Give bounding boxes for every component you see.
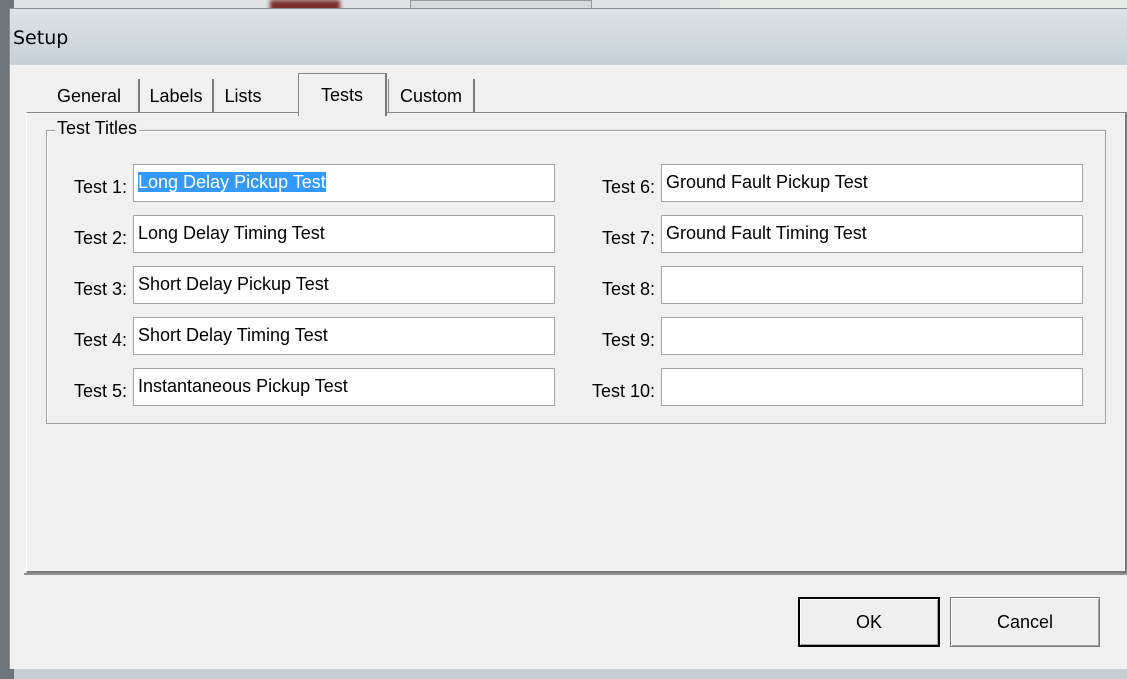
- test-1-value: Long Delay Pickup Test: [138, 172, 326, 192]
- test-5-field[interactable]: Instantaneous Pickup Test: [133, 368, 555, 406]
- window-title: Setup: [13, 27, 69, 49]
- tab-custom[interactable]: Custom: [388, 79, 475, 113]
- title-bar[interactable]: Setup: [10, 9, 1127, 65]
- ok-button[interactable]: OK: [798, 597, 940, 647]
- test-9-label: Test 9:: [601, 330, 655, 350]
- tab-bar: General Labels Lists Tests Custom: [24, 73, 1124, 116]
- button-separator: [24, 573, 1127, 575]
- test-5-label: Test 5:: [73, 381, 127, 401]
- tests-tab-panel: Test Titles Test 1: Long Delay Pickup Te…: [26, 112, 1127, 573]
- group-caption: Test Titles: [55, 118, 140, 139]
- test-7-field[interactable]: Ground Fault Timing Test: [661, 215, 1083, 253]
- test-7-label: Test 7:: [601, 228, 655, 248]
- test-3-field[interactable]: Short Delay Pickup Test: [133, 266, 555, 304]
- tab-general[interactable]: General: [40, 79, 140, 113]
- test-2-field[interactable]: Long Delay Timing Test: [133, 215, 555, 253]
- test-10-field[interactable]: [661, 368, 1083, 406]
- setup-dialog: Setup General Labels Lists Tests Custom …: [9, 8, 1127, 669]
- test-9-field[interactable]: [661, 317, 1083, 355]
- tab-labels[interactable]: Labels: [140, 79, 214, 113]
- tab-tests[interactable]: Tests: [298, 73, 387, 116]
- test-4-label: Test 4:: [73, 330, 127, 350]
- test-6-label: Test 6:: [601, 177, 655, 197]
- test-3-label: Test 3:: [73, 279, 127, 299]
- test-2-label: Test 2:: [73, 228, 127, 248]
- test-4-field[interactable]: Short Delay Timing Test: [133, 317, 555, 355]
- dialog-client: General Labels Lists Tests Custom Test T…: [24, 65, 1127, 669]
- test-8-label: Test 8:: [601, 279, 655, 299]
- cancel-button[interactable]: Cancel: [950, 597, 1100, 647]
- test-10-label: Test 10:: [591, 381, 655, 401]
- test-1-field[interactable]: Long Delay Pickup Test: [133, 164, 555, 202]
- test-1-label: Test 1:: [73, 177, 127, 197]
- test-8-field[interactable]: [661, 266, 1083, 304]
- test-6-field[interactable]: Ground Fault Pickup Test: [661, 164, 1083, 202]
- tab-lists[interactable]: Lists: [214, 79, 272, 113]
